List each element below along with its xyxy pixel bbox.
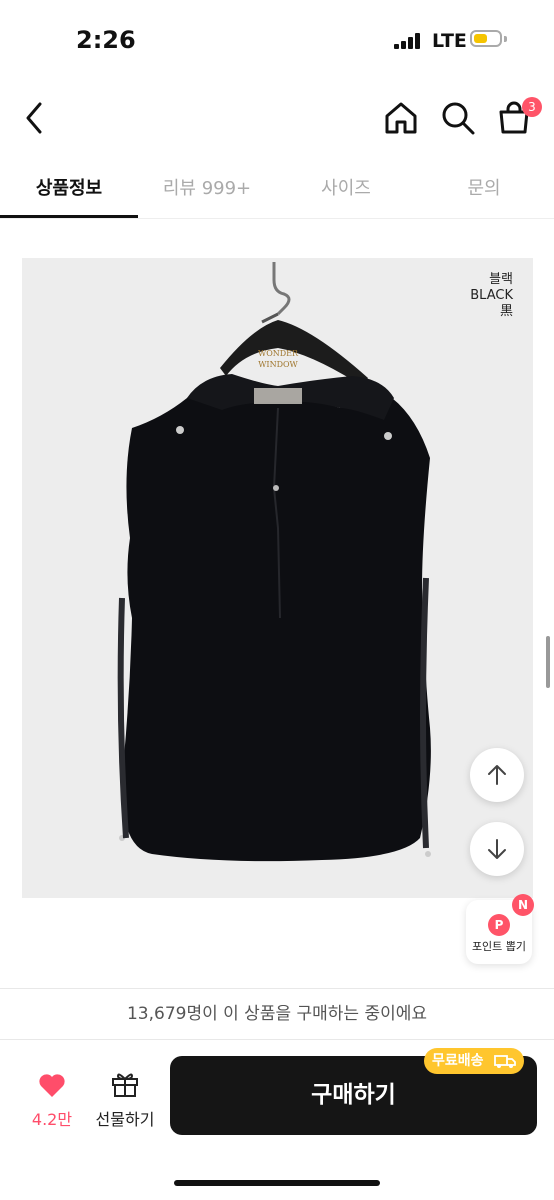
back-icon[interactable] [22,100,48,136]
arrow-up-icon [488,765,506,785]
search-icon[interactable] [440,100,476,136]
color-label: 블랙 BLACK 黒 [470,272,513,320]
arrow-down-icon [488,839,506,859]
free-shipping-label: 무료배송 [432,1053,484,1069]
hanger-brand-line-2: WINDOW [258,360,298,369]
page-scrollbar[interactable] [546,636,550,688]
home-icon[interactable] [383,100,419,136]
hanger-brand-line-1: WONDER [258,349,299,358]
buyers-count-text: 13,679명이 이 상품을 구매하는 중이에요 [0,988,554,1040]
color-label-en: BLACK [470,288,513,303]
vest-illustration: WONDER WINDOW [117,262,431,862]
truck-icon [494,1055,516,1068]
gift-icon [112,1073,138,1097]
color-label-ko: 블랙 [489,272,513,287]
like-count: 4.2만 [31,1110,73,1129]
product-image: WONDER WINDOW 블랙 BLACK 黒 [22,258,533,898]
tab-size[interactable]: 사이즈 [277,174,415,200]
battery-icon [470,30,502,47]
cart-badge: 3 [522,97,542,117]
tab-reviews[interactable]: 리뷰 999+ [138,174,276,200]
signal-icon [394,33,422,49]
heart-icon [39,1074,65,1097]
tab-inquiry[interactable]: 문의 [415,174,553,200]
product-tabs: 상품정보 리뷰 999+ 사이즈 문의 [0,160,554,219]
free-shipping-tag: 무료배송 [424,1048,524,1074]
tab-product-info[interactable]: 상품정보 [0,174,138,200]
battery-nub [504,36,507,42]
new-badge: N [512,894,534,916]
home-indicator [174,1180,380,1186]
point-icon: P [488,914,510,936]
active-tab-indicator [0,215,138,218]
scroll-down-button[interactable] [470,822,524,876]
scroll-up-button[interactable] [470,748,524,802]
color-label-ja: 黒 [499,304,513,319]
status-time: 2:26 [76,26,136,54]
status-bar: 2:26 LTE [0,0,554,84]
point-draw-label: 포인트 뽑기 [471,940,527,953]
gift-button[interactable]: 선물하기 [90,1070,160,1130]
gift-label: 선물하기 [95,1110,155,1129]
like-button[interactable]: 4.2만 [26,1072,78,1130]
bottom-action-bar: 4.2만 선물하기 구매하기 무료배송 [0,1040,554,1200]
network-label: LTE [432,30,467,52]
